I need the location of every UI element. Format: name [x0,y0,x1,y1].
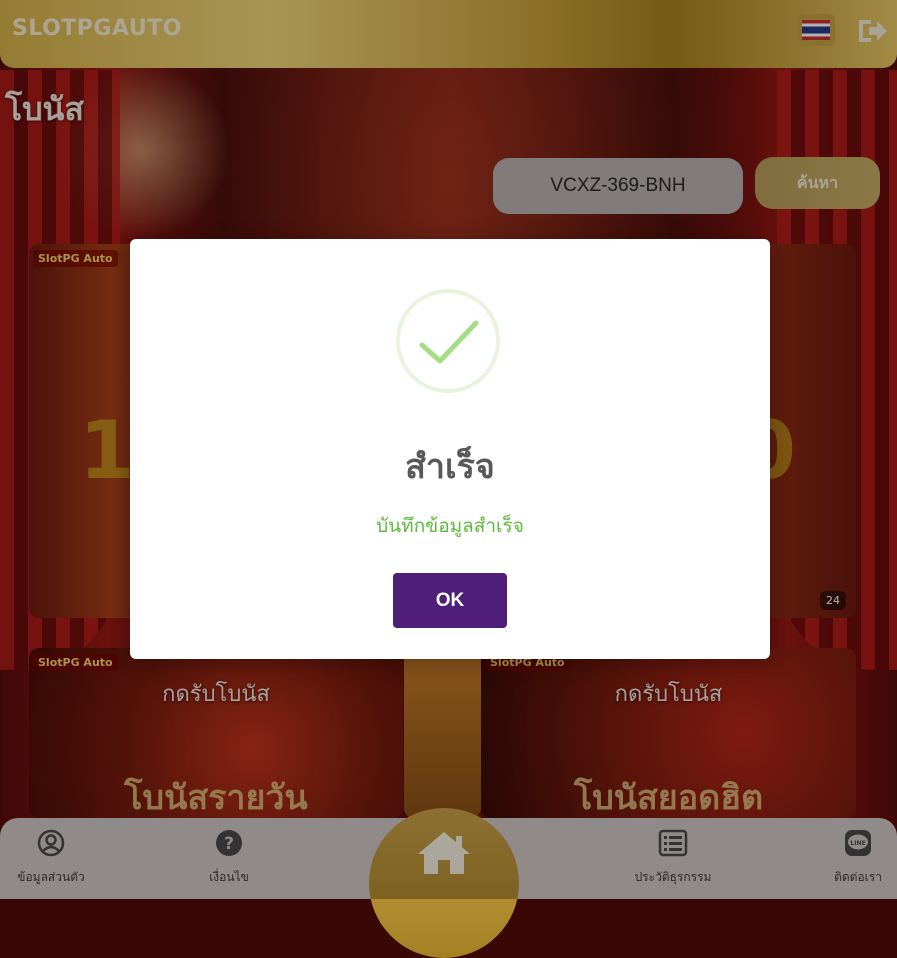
success-check-icon [396,289,500,393]
ok-button[interactable]: OK [393,573,507,628]
dialog-title: สำเร็จ [405,447,495,487]
dialog-message: บันทึกข้อมูลสำเร็จ [376,515,524,537]
success-dialog: สำเร็จ บันทึกข้อมูลสำเร็จ OK [130,239,770,659]
